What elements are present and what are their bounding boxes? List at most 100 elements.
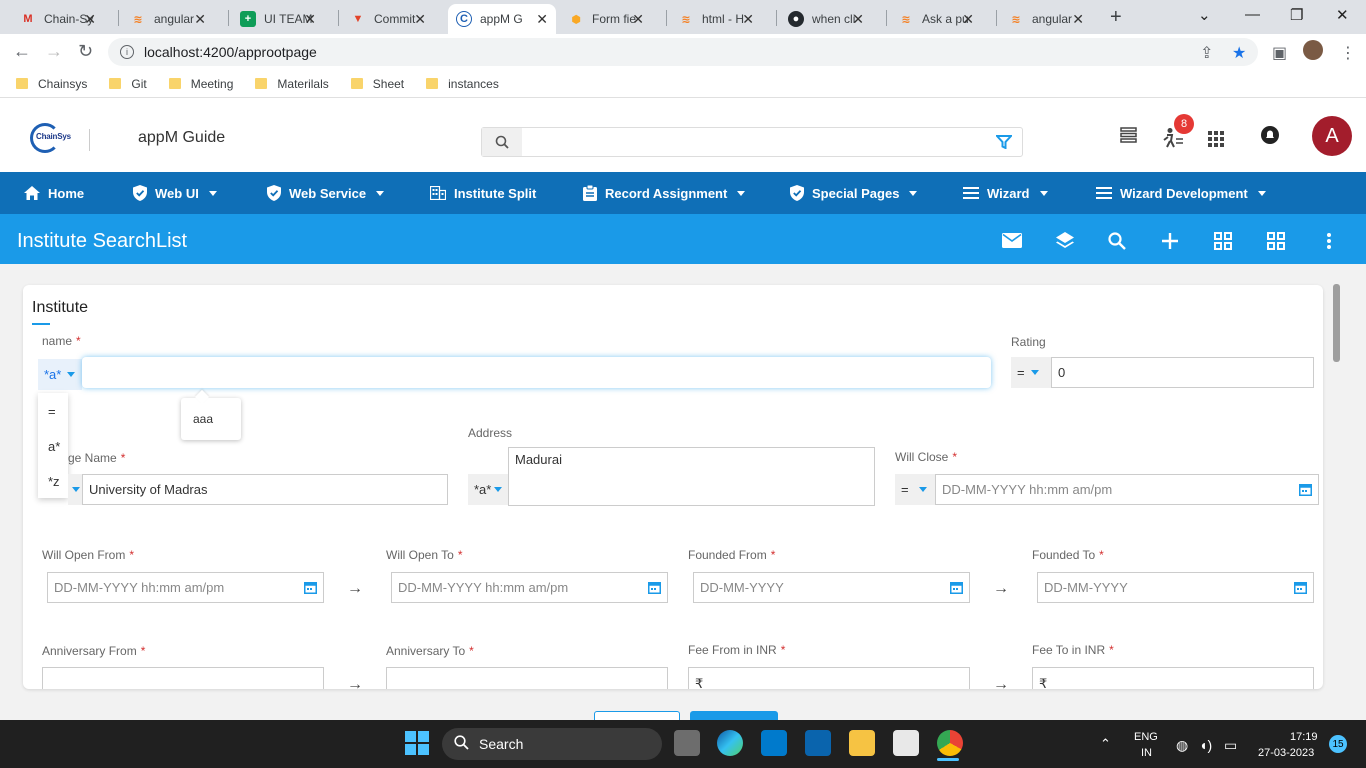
- close-icon[interactable]: ✕: [742, 11, 754, 28]
- close-icon[interactable]: ✕: [536, 11, 548, 28]
- star-icon[interactable]: ★: [1232, 43, 1246, 63]
- anniversary-to-input[interactable]: [386, 667, 668, 689]
- browser-tab[interactable]: + UI TEAM ✕: [232, 4, 324, 34]
- bookmark-folder[interactable]: Sheet: [350, 77, 404, 91]
- nav-wizard-development[interactable]: Wizard Development: [1096, 172, 1266, 214]
- browser-tab[interactable]: ▼ Commit ✕: [342, 4, 434, 34]
- reset-button[interactable]: [594, 711, 680, 720]
- close-icon[interactable]: ✕: [1072, 11, 1084, 28]
- calendar-icon[interactable]: [648, 581, 661, 597]
- chevron-down-icon[interactable]: ⌄: [1198, 6, 1211, 24]
- bookmark-folder[interactable]: Materilals: [255, 77, 329, 91]
- close-icon[interactable]: ✕: [414, 11, 426, 28]
- operator-option[interactable]: a*: [48, 439, 60, 454]
- chrome-icon[interactable]: [937, 730, 963, 756]
- taskbar-search[interactable]: Search: [442, 728, 662, 760]
- close-icon[interactable]: ✕: [194, 11, 206, 28]
- search-icon[interactable]: [1108, 232, 1126, 253]
- network-icon[interactable]: ◍: [1176, 737, 1188, 754]
- info-icon[interactable]: i: [120, 45, 134, 59]
- bookmark-folder[interactable]: Meeting: [168, 77, 233, 91]
- close-icon[interactable]: ✕: [962, 11, 974, 28]
- share-icon[interactable]: ⇪: [1200, 43, 1213, 63]
- name-operator-select[interactable]: *a*: [38, 359, 82, 390]
- fee-to-input[interactable]: ₹: [1032, 667, 1314, 691]
- search-button[interactable]: [690, 711, 778, 720]
- edge-icon[interactable]: [717, 730, 743, 756]
- college-name-input[interactable]: University of Madras: [82, 474, 448, 505]
- calendar-icon[interactable]: [950, 581, 963, 597]
- nav-wizard[interactable]: Wizard: [963, 172, 1048, 214]
- bookmark-folder[interactable]: Chainsys: [16, 77, 87, 91]
- back-icon[interactable]: ←: [13, 41, 31, 62]
- browser-tab[interactable]: ≋ html - H ✕: [670, 4, 762, 34]
- volume-icon[interactable]: ◖): [1199, 737, 1212, 753]
- browser-tab[interactable]: ≋ angular ✕: [1000, 4, 1092, 34]
- close-icon[interactable]: ✕: [304, 11, 316, 28]
- will-close-input[interactable]: DD-MM-YYYY hh:mm am/pm: [935, 474, 1319, 505]
- grid-view-icon[interactable]: [1214, 232, 1232, 253]
- list-icon[interactable]: [1120, 127, 1137, 146]
- window-close-icon[interactable]: ✕: [1336, 6, 1349, 24]
- calendar-icon[interactable]: [1299, 483, 1312, 499]
- founded-from-input[interactable]: DD-MM-YYYY: [693, 572, 970, 603]
- forward-icon[interactable]: →: [45, 41, 63, 62]
- address-textarea[interactable]: Madurai: [508, 447, 875, 506]
- will-open-from-input[interactable]: DD-MM-YYYY hh:mm am/pm: [47, 572, 324, 603]
- bookmark-folder[interactable]: Git: [109, 77, 147, 91]
- windows-start-icon[interactable]: [405, 731, 429, 758]
- college-operator-select[interactable]: [68, 474, 82, 505]
- address-bar[interactable]: i localhost:4200/approotpage: [108, 38, 1258, 66]
- notification-center-badge[interactable]: 15: [1329, 735, 1347, 753]
- bell-icon[interactable]: [1260, 125, 1280, 148]
- avatar[interactable]: A: [1312, 116, 1352, 156]
- more-vertical-icon[interactable]: [1326, 233, 1332, 252]
- search-icon[interactable]: [482, 128, 522, 156]
- apps-grid-icon[interactable]: [1208, 131, 1224, 150]
- nav-web-service[interactable]: Web Service: [267, 172, 385, 214]
- will-open-to-input[interactable]: DD-MM-YYYY hh:mm am/pm: [391, 572, 668, 603]
- operator-option[interactable]: =: [48, 404, 56, 419]
- clock-time[interactable]: 17:19: [1290, 731, 1318, 743]
- operator-option[interactable]: *z: [48, 474, 60, 489]
- add-icon[interactable]: [1162, 233, 1178, 252]
- search-input[interactable]: [524, 130, 974, 154]
- browser-tab[interactable]: ≋ angular ✕: [122, 4, 214, 34]
- address-operator-select[interactable]: *a*: [468, 474, 508, 505]
- anniversary-from-input[interactable]: [42, 667, 324, 689]
- suggestion-tooltip[interactable]: aaa: [181, 398, 241, 440]
- browser-tab-active[interactable]: C appM G ✕: [448, 4, 556, 34]
- layers-icon[interactable]: [1055, 231, 1075, 254]
- will-close-operator-select[interactable]: =: [895, 474, 935, 505]
- sidepanel-icon[interactable]: ▣: [1272, 43, 1287, 63]
- reload-icon[interactable]: ↻: [78, 41, 93, 62]
- browser-tab[interactable]: M Chain-Sy ✕: [12, 4, 104, 34]
- calendar-icon[interactable]: [304, 581, 317, 597]
- nav-record-assignment[interactable]: Record Assignment: [583, 172, 746, 214]
- clock-date[interactable]: 27-03-2023: [1258, 747, 1314, 759]
- browser-tab[interactable]: ≋ Ask a pu ✕: [890, 4, 982, 34]
- close-icon[interactable]: ✕: [852, 11, 864, 28]
- calendar-icon[interactable]: [1294, 581, 1307, 597]
- founded-to-input[interactable]: DD-MM-YYYY: [1037, 572, 1314, 603]
- task-view-icon[interactable]: [674, 730, 700, 756]
- new-tab-icon[interactable]: +: [1110, 6, 1122, 29]
- close-icon[interactable]: ✕: [84, 11, 96, 28]
- file-explorer-icon[interactable]: [849, 730, 875, 756]
- minimize-icon[interactable]: —: [1245, 6, 1260, 23]
- mail-icon[interactable]: [1002, 233, 1022, 251]
- rating-operator-select[interactable]: =: [1011, 357, 1051, 388]
- grid-view-alt-icon[interactable]: [1267, 232, 1285, 253]
- battery-icon[interactable]: ▭: [1224, 737, 1237, 754]
- scrollbar[interactable]: [1333, 284, 1340, 362]
- rating-input[interactable]: 0: [1051, 357, 1314, 388]
- mail-app-icon[interactable]: [805, 730, 831, 756]
- chevron-up-icon[interactable]: ⌃: [1100, 736, 1111, 752]
- fee-from-input[interactable]: ₹: [688, 667, 970, 691]
- bookmark-folder[interactable]: instances: [426, 77, 499, 91]
- close-icon[interactable]: ✕: [632, 11, 644, 28]
- store-icon[interactable]: [893, 730, 919, 756]
- restore-icon[interactable]: ❐: [1290, 6, 1303, 24]
- vscode-icon[interactable]: [761, 730, 787, 756]
- chainsys-logo[interactable]: ChainSys: [30, 123, 78, 153]
